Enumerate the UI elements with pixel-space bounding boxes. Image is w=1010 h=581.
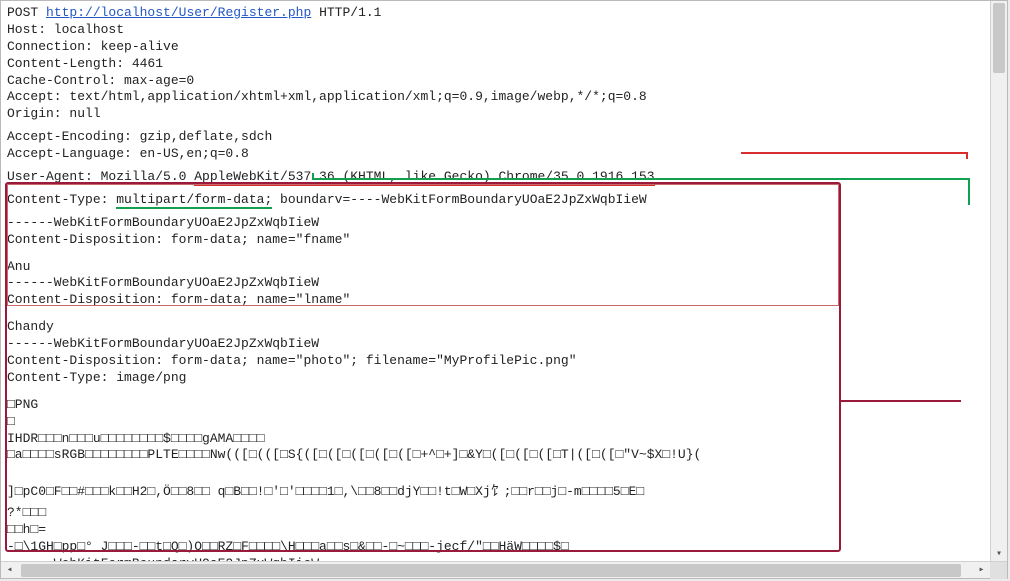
scrollbar-thumb[interactable] xyxy=(21,564,961,577)
hdr-host: Host: localhost xyxy=(7,22,1007,39)
hdr-content-length: Content-Length: 4461 xyxy=(7,56,1007,73)
horizontal-scrollbar[interactable]: ◂ ▸ xyxy=(1,561,1007,578)
png-line-3: IHDR□□□n□□□u□□□□□□□□$□□□□gAMA□□□□ xyxy=(7,431,1007,448)
ua-prefix: User-Agent: Mozilla/5.0 xyxy=(7,169,194,184)
hdr-origin: Origin: null xyxy=(7,106,1007,123)
http-text: POST http://localhost/User/Register.php … xyxy=(1,1,1007,561)
method: POST xyxy=(7,5,46,20)
photo-ct: Content-Type: image/png xyxy=(7,370,1007,387)
fname-val: Anu xyxy=(7,259,1007,276)
ua-hl: AppleWebKit/537.36 (KHTML, like Gecko) C… xyxy=(194,169,654,186)
hdr-accept-language: Accept-Language: en-US,en;q=0.8 xyxy=(7,146,1007,163)
scroll-down-icon[interactable]: ▾ xyxy=(991,546,1007,561)
hdr-user-agent: User-Agent: Mozilla/5.0 AppleWebKit/537.… xyxy=(7,169,1007,186)
png-line-2: □ xyxy=(7,414,1007,431)
lname-hdr: Content-Disposition: form-data; name="ln… xyxy=(7,292,1007,309)
content-viewport[interactable]: POST http://localhost/User/Register.php … xyxy=(1,1,1007,561)
window-frame: POST http://localhost/User/Register.php … xyxy=(0,0,1008,579)
fname-hdr: Content-Disposition: form-data; name="fn… xyxy=(7,232,1007,249)
ct-suffix: boundarv=----WebKitFormBoundaryUOaE2JpZx… xyxy=(272,192,646,207)
request-url[interactable]: http://localhost/User/Register.php xyxy=(46,5,311,20)
ct-hl: multipart/form-data; xyxy=(116,192,272,209)
scroll-right-icon[interactable]: ▸ xyxy=(973,562,990,579)
hdr-accept-encoding: Accept-Encoding: gzip,deflate,sdch xyxy=(7,129,1007,146)
hdr-cache-control: Cache-Control: max-age=0 xyxy=(7,73,1007,90)
png-line-8: -□\1GH□pp□° J□□□-□□t□Q□)O□□RZ□F□□□□\H□□□… xyxy=(7,539,1007,556)
ct-prefix: Content-Type: xyxy=(7,192,116,207)
png-line-4: □a□□□□sRGB□□□□□□□□PLTE□□□□Nw(([□(([□S{([… xyxy=(7,447,1007,464)
lname-val: Chandy xyxy=(7,319,1007,336)
bnd-2: ------WebKitFormBoundaryUOaE2JpZxWqbIieW xyxy=(7,275,1007,292)
photo-hdr: Content-Disposition: form-data; name="ph… xyxy=(7,353,1007,370)
scroll-left-icon[interactable]: ◂ xyxy=(1,562,18,579)
hdr-accept: Accept: text/html,application/xhtml+xml,… xyxy=(7,89,1007,106)
png-line-6: ?*□□□ xyxy=(7,505,1007,522)
scrollbar-thumb[interactable] xyxy=(993,3,1005,73)
scrollbar-corner xyxy=(990,562,1007,579)
vertical-scrollbar[interactable]: ▴ ▾ xyxy=(990,1,1007,561)
request-line: POST http://localhost/User/Register.php … xyxy=(7,5,1007,22)
png-line-1: □PNG xyxy=(7,397,1007,414)
hdr-content-type: Content-Type: multipart/form-data; bound… xyxy=(7,192,1007,209)
hdr-connection: Connection: keep-alive xyxy=(7,39,1007,56)
bnd-1: ------WebKitFormBoundaryUOaE2JpZxWqbIieW xyxy=(7,215,1007,232)
png-line-5: ]□pC0□F□□#□□□k□□H2□,Ö□□8□□ q□B□□!□'□'□□□… xyxy=(7,484,1007,501)
http-version: HTTP/1.1 xyxy=(311,5,381,20)
png-line-7: □□h□= xyxy=(7,522,1007,539)
bnd-3: ------WebKitFormBoundaryUOaE2JpZxWqbIieW xyxy=(7,336,1007,353)
